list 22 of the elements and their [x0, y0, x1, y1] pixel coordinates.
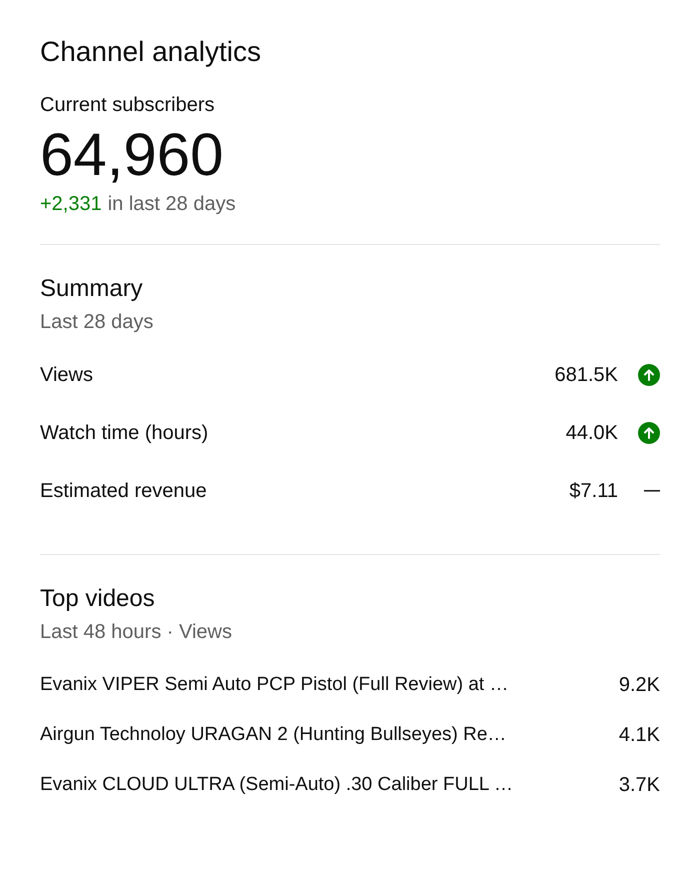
section-period: Last 48 hours · Views [40, 621, 233, 644]
metric-label: Watch time (hours) [40, 422, 210, 444]
change-period: in last 28 days [108, 193, 236, 216]
video-views: 3.7K [618, 774, 660, 796]
video-title[interactable]: Evanix VIPER Semi Auto PCP Pistol (Full Review) at … [40, 674, 607, 696]
metric-value: 44.0K [566, 422, 618, 444]
video-title[interactable]: Airgun Technoloy URAGAN 2 (Hunting Bullseyes) Re… [40, 724, 607, 746]
metric-label: Views [40, 364, 94, 386]
metric-value: 681.5K [554, 364, 618, 386]
page-title: Channel analytics [40, 36, 262, 68]
section-title: Top videos [40, 585, 156, 613]
video-views: 4.1K [618, 724, 660, 746]
dash-icon [644, 490, 660, 492]
subscribers-label: Current subscribers [40, 94, 216, 117]
metric-label: Estimated revenue [40, 480, 208, 502]
section-title: Summary [40, 275, 144, 303]
metric-value: $7.11 [569, 480, 618, 502]
video-title[interactable]: Evanix CLOUD ULTRA (Semi-Auto) .30 Caliber FULL … [40, 774, 607, 796]
video-views: 9.2K [618, 674, 660, 696]
subscriber-change: +2,331 [40, 193, 102, 216]
section-period: Last 28 days [40, 311, 154, 334]
subscriber-count: 64,960 [40, 120, 225, 190]
